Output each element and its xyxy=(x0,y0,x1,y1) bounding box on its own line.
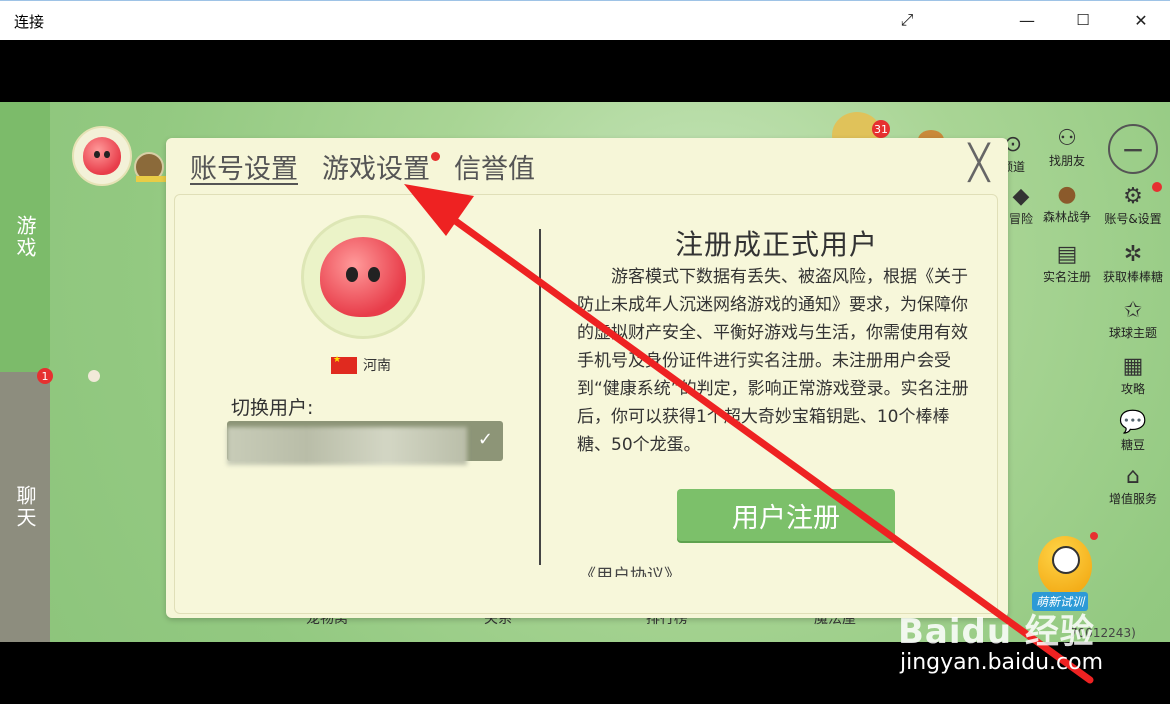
annotation-arrow xyxy=(404,184,1094,684)
watermark-url: jingyan.baidu.com xyxy=(900,650,1104,675)
watermark-brand: Baidu 经验 xyxy=(898,612,1095,652)
